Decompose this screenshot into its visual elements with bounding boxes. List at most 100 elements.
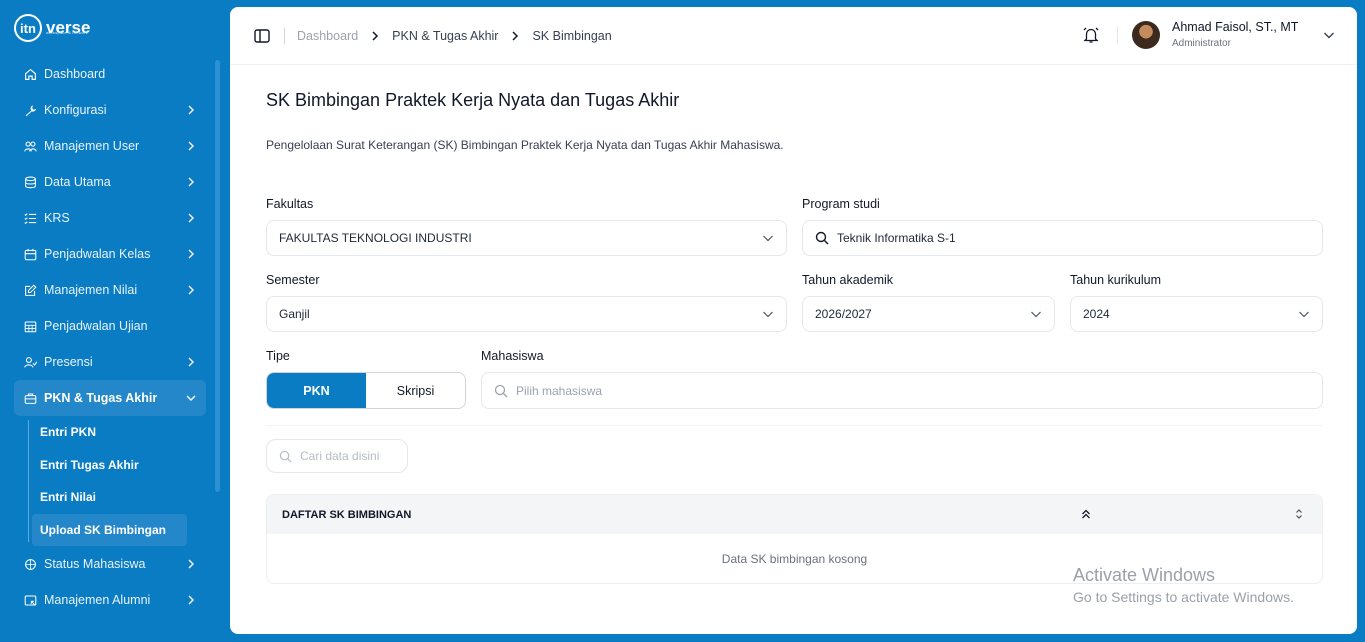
table-header-title: DAFTAR SK BIMBINGAN <box>282 508 412 521</box>
tahun-akademik-value: 2026/2027 <box>815 307 872 321</box>
breadcrumb-item-dashboard[interactable]: Dashboard <box>297 29 358 43</box>
sidebar-item-label: Manajemen Nilai <box>44 283 138 297</box>
chevron-right-icon <box>186 141 196 151</box>
sidebar-toggle-icon[interactable] <box>254 28 270 44</box>
sidebar-item-manajemen-user[interactable]: Manajemen User <box>14 128 206 164</box>
mahasiswa-placeholder: Pilih mahasiswa <box>516 383 603 398</box>
logo-mark: itn <box>14 14 42 42</box>
search-icon <box>279 450 292 463</box>
tipe-label: Tipe <box>266 349 290 363</box>
sidebar-scrollbar[interactable] <box>215 60 220 492</box>
fakultas-value: FAKULTAS TEKNOLOGI INDUSTRI <box>279 231 472 245</box>
tahun-kurikulum-label: Tahun kurikulum <box>1070 273 1162 287</box>
chevron-right-icon <box>186 595 196 605</box>
sidebar-item-label: Manajemen Alumni <box>44 593 151 607</box>
sidebar-item-penjadwalan-kelas[interactable]: Penjadwalan Kelas <box>14 236 206 272</box>
sidebar-item-label: Dashboard <box>44 67 106 81</box>
avatar[interactable] <box>1132 21 1160 49</box>
divider <box>266 425 1322 426</box>
sidebar-item-label: PKN & Tugas Akhir <box>44 391 158 405</box>
tahun-akademik-select[interactable]: 2026/2027 <box>802 296 1055 332</box>
user-role: Administrator <box>1172 38 1231 49</box>
calendar-grid-icon <box>23 319 37 333</box>
sidebar-item-label: Data Utama <box>44 175 111 189</box>
bell-icon[interactable] <box>1082 26 1100 44</box>
sidebar-item-krs[interactable]: KRS <box>14 200 206 236</box>
wrench-icon <box>23 103 37 117</box>
chevron-right-icon <box>186 105 196 115</box>
brand-logo[interactable]: itn verse <box>14 14 90 42</box>
chevrons-up-icon[interactable] <box>1080 508 1092 520</box>
status-icon <box>23 557 37 571</box>
alumni-icon <box>23 593 37 607</box>
fakultas-label: Fakultas <box>266 197 314 211</box>
chevron-down-icon <box>762 308 774 320</box>
chevron-down-icon <box>1298 308 1310 320</box>
sidebar-item-presensi[interactable]: Presensi <box>14 344 206 380</box>
sidebar-nav: Dashboard Konfigurasi Manajemen User Dat… <box>14 56 206 618</box>
search-icon <box>815 231 829 245</box>
sidebar-item-label: KRS <box>44 211 70 225</box>
tahun-kurikulum-select[interactable]: 2024 <box>1070 296 1323 332</box>
semester-label: Semester <box>266 273 320 287</box>
prodi-value: Teknik Informatika S-1 <box>837 231 956 245</box>
user-name[interactable]: Ahmad Faisol, ST., MT <box>1172 20 1298 34</box>
sidebar-item-penjadwalan-ujian[interactable]: Penjadwalan Ujian <box>14 308 206 344</box>
sidebar-item-label: Presensi <box>44 355 93 369</box>
search-icon <box>494 384 508 398</box>
chevron-right-icon <box>186 213 196 223</box>
sidebar-item-manajemen-nilai[interactable]: Manajemen Nilai <box>14 272 206 308</box>
edit-icon <box>23 283 37 297</box>
table-search-input[interactable]: Cari data disini <box>266 439 408 473</box>
calendar-icon <box>23 247 37 261</box>
tipe-option-pkn[interactable]: PKN <box>267 373 366 408</box>
users-icon <box>23 139 37 153</box>
chevron-right-icon <box>186 285 196 295</box>
sidebar-item-manajemen-alumni[interactable]: Manajemen Alumni <box>14 582 206 618</box>
sidebar-item-label: Penjadwalan Ujian <box>44 319 148 333</box>
list-icon <box>23 211 37 225</box>
prodi-search-input[interactable]: Teknik Informatika S-1 <box>802 220 1323 256</box>
sidebar-submenu: Entri PKN Entri Tugas Akhir Entri Nilai … <box>14 416 206 546</box>
prodi-label: Program studi <box>802 197 880 211</box>
table-search-placeholder: Cari data disini <box>300 449 380 463</box>
logo-text: verse <box>46 18 91 37</box>
mahasiswa-label: Mahasiswa <box>481 349 544 363</box>
chevron-right-icon <box>186 249 196 259</box>
sidebar-subitem-entri-tugas-akhir[interactable]: Entri Tugas Akhir <box>32 449 187 482</box>
logo-tagline: workspace & network <box>46 30 88 35</box>
database-icon <box>23 175 37 189</box>
tahun-akademik-label: Tahun akademik <box>802 273 894 287</box>
user-check-icon <box>23 355 37 369</box>
fakultas-select[interactable]: FAKULTAS TEKNOLOGI INDUSTRI <box>266 220 787 256</box>
sidebar-subitem-entri-nilai[interactable]: Entri Nilai <box>32 481 187 514</box>
chevron-down-icon[interactable] <box>1323 29 1335 41</box>
breadcrumb-item-current: SK Bimbingan <box>532 28 612 43</box>
chevron-right-icon <box>186 559 196 569</box>
sidebar-item-label: Konfigurasi <box>44 103 107 117</box>
watermark-title: Activate Windows <box>1073 565 1216 585</box>
sidebar-subitem-entri-pkn[interactable]: Entri PKN <box>32 416 187 449</box>
sidebar-item-data-utama[interactable]: Data Utama <box>14 164 206 200</box>
sidebar-item-dashboard[interactable]: Dashboard <box>14 56 206 92</box>
briefcase-icon <box>23 391 37 405</box>
tipe-toggle: PKN Skripsi <box>266 372 466 409</box>
breadcrumb-item-pkn[interactable]: PKN & Tugas Akhir <box>392 29 498 43</box>
mahasiswa-search-input[interactable]: Pilih mahasiswa <box>481 372 1323 409</box>
tipe-option-skripsi[interactable]: Skripsi <box>366 373 465 408</box>
sidebar-item-konfigurasi[interactable]: Konfigurasi <box>14 92 206 128</box>
semester-select[interactable]: Ganjil <box>266 296 787 332</box>
sidebar: itn verse workspace & network Dashboard … <box>0 0 230 642</box>
sidebar-item-status-mahasiswa[interactable]: Status Mahasiswa <box>14 546 206 582</box>
tahun-kurikulum-value: 2024 <box>1083 307 1110 321</box>
table-header: DAFTAR SK BIMBINGAN <box>267 495 1322 534</box>
sort-icon[interactable] <box>1293 508 1305 520</box>
home-icon <box>23 67 37 81</box>
breadcrumb: Dashboard PKN & Tugas Akhir SK Bimbingan <box>270 27 612 44</box>
sidebar-item-pkn-tugas-akhir[interactable]: PKN & Tugas Akhir <box>14 380 206 416</box>
main-panel: Dashboard PKN & Tugas Akhir SK Bimbingan… <box>230 7 1357 634</box>
chevron-down-icon <box>186 393 196 403</box>
watermark-subtitle: Go to Settings to activate Windows. <box>1073 589 1294 605</box>
chevron-down-icon <box>762 232 774 244</box>
sidebar-subitem-upload-sk-bimbingan[interactable]: Upload SK Bimbingan <box>32 513 187 546</box>
